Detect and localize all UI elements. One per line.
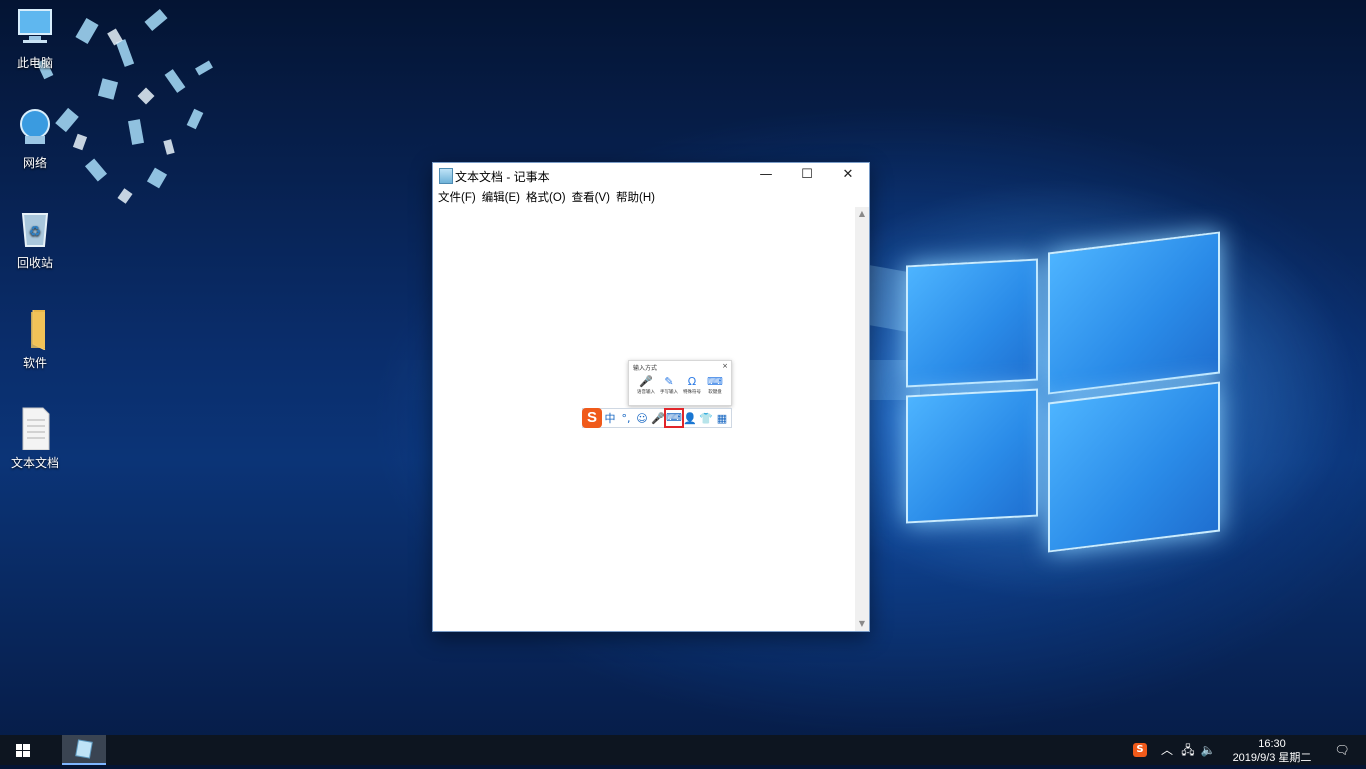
- action-center-icon[interactable]: 🗨: [1332, 735, 1352, 765]
- network-icon: [15, 106, 55, 150]
- toolbox-grid-icon[interactable]: ▦: [714, 412, 730, 425]
- desktop-icon-label: 回收站: [16, 256, 53, 270]
- close-button[interactable]: ✕: [827, 163, 869, 187]
- volume-icon[interactable]: 🔈: [1200, 735, 1216, 765]
- recycle-bin-icon: ♻: [15, 206, 55, 250]
- desktop-icon-recycle-bin[interactable]: ♻ 回收站: [0, 206, 70, 271]
- ime-option-label: 语音输入: [637, 390, 655, 395]
- desktop-icon-label: 软件: [22, 356, 47, 370]
- emoji-icon[interactable]: ☺: [634, 412, 650, 425]
- clock[interactable]: 16:30 2019/9/3 星期二: [1222, 735, 1322, 765]
- ime-option-label: 软键盘: [708, 390, 722, 395]
- notepad-titlebar[interactable]: 文本文档 - 记事本 — ☐ ✕: [433, 163, 869, 187]
- taskbar-notepad-button[interactable]: [62, 735, 106, 765]
- omega-icon: Ω: [687, 375, 697, 388]
- menu-view[interactable]: 查看(V): [569, 187, 613, 207]
- svg-text:♻: ♻: [29, 224, 42, 240]
- ime-input-method-popup: 输入方式 × 🎤 语音输入 ✎ 手写输入 Ω 特殊符号 ⌨ 软键盘: [628, 360, 732, 406]
- show-hidden-icons-chevron-icon[interactable]: ︿: [1160, 735, 1174, 765]
- soft-keyboard-icon: ⌨: [707, 375, 723, 388]
- minimize-button[interactable]: —: [745, 163, 787, 187]
- menu-bar: 文件(F) 编辑(E) 格式(O) 查看(V) 帮助(H): [433, 187, 869, 207]
- desktop-icon-network[interactable]: 网络: [0, 106, 70, 171]
- desktop-icon-label: 文本文档: [10, 456, 59, 470]
- scroll-down-arrow-icon[interactable]: ▼: [855, 617, 869, 631]
- user-icon[interactable]: 👤: [682, 412, 698, 425]
- start-button[interactable]: [0, 735, 46, 765]
- punctuation-toggle[interactable]: °,: [618, 412, 634, 425]
- taskbar: S ︿ 🖧 🔈 16:30 2019/9/3 星期二 🗨: [0, 735, 1366, 765]
- desktop-icon-label: 此电脑: [16, 56, 53, 70]
- chinese-mode-toggle[interactable]: 中: [602, 410, 618, 426]
- desktop-icon-folder-software[interactable]: 软件: [0, 306, 70, 371]
- sogou-tray-icon[interactable]: S: [1133, 735, 1151, 765]
- menu-edit[interactable]: 编辑(E): [479, 187, 523, 207]
- desktop-icon-label: 网络: [22, 156, 47, 170]
- menu-file[interactable]: 文件(F): [435, 187, 479, 207]
- desktop-icon-text-document[interactable]: 文本文档: [0, 406, 70, 471]
- vertical-scrollbar[interactable]: ▲ ▼: [855, 207, 869, 631]
- clock-date: 2019/9/3 星期二: [1232, 752, 1312, 764]
- notepad-taskbar-icon: [75, 739, 93, 759]
- microphone-icon: 🎤: [639, 375, 653, 388]
- menu-help[interactable]: 帮助(H): [613, 187, 658, 207]
- ime-popup-close-icon[interactable]: ×: [722, 362, 728, 370]
- pen-icon: ✎: [664, 375, 674, 388]
- skin-shirt-icon[interactable]: 👕: [698, 412, 714, 425]
- ime-toolbar[interactable]: S 中 °, ☺ 🎤 ⌨ 👤 👕 ▦: [582, 408, 732, 428]
- ime-popup-title: 输入方式: [633, 365, 658, 372]
- windows-logo-wallpaper: [900, 230, 1220, 553]
- notepad-app-icon: [439, 168, 453, 184]
- ime-option-handwriting[interactable]: ✎ 手写输入: [658, 375, 680, 395]
- ime-option-label: 特殊符号: [683, 390, 701, 395]
- maximize-button[interactable]: ☐: [786, 163, 828, 187]
- network-tray-icon[interactable]: 🖧: [1180, 735, 1196, 765]
- desktop-icon-this-pc[interactable]: 此电脑: [0, 6, 70, 71]
- window-title: 文本文档 - 记事本: [455, 170, 550, 184]
- clock-time: 16:30: [1258, 738, 1286, 750]
- computer-icon: [15, 6, 55, 50]
- input-method-toolbox-icon[interactable]: ⌨: [664, 408, 684, 428]
- scroll-up-arrow-icon[interactable]: ▲: [855, 207, 869, 221]
- text-document-icon: [15, 406, 55, 451]
- menu-format[interactable]: 格式(O): [523, 187, 569, 207]
- ime-option-label: 手写输入: [660, 390, 678, 395]
- sogou-logo-icon[interactable]: S: [582, 408, 602, 428]
- voice-input-icon[interactable]: 🎤: [650, 412, 666, 425]
- folder-icon: [15, 306, 55, 351]
- windows-start-icon: [16, 744, 30, 757]
- ime-option-soft-keyboard[interactable]: ⌨ 软键盘: [704, 375, 726, 395]
- ime-option-voice[interactable]: 🎤 语音输入: [635, 375, 657, 395]
- ime-option-special-symbols[interactable]: Ω 特殊符号: [681, 375, 703, 395]
